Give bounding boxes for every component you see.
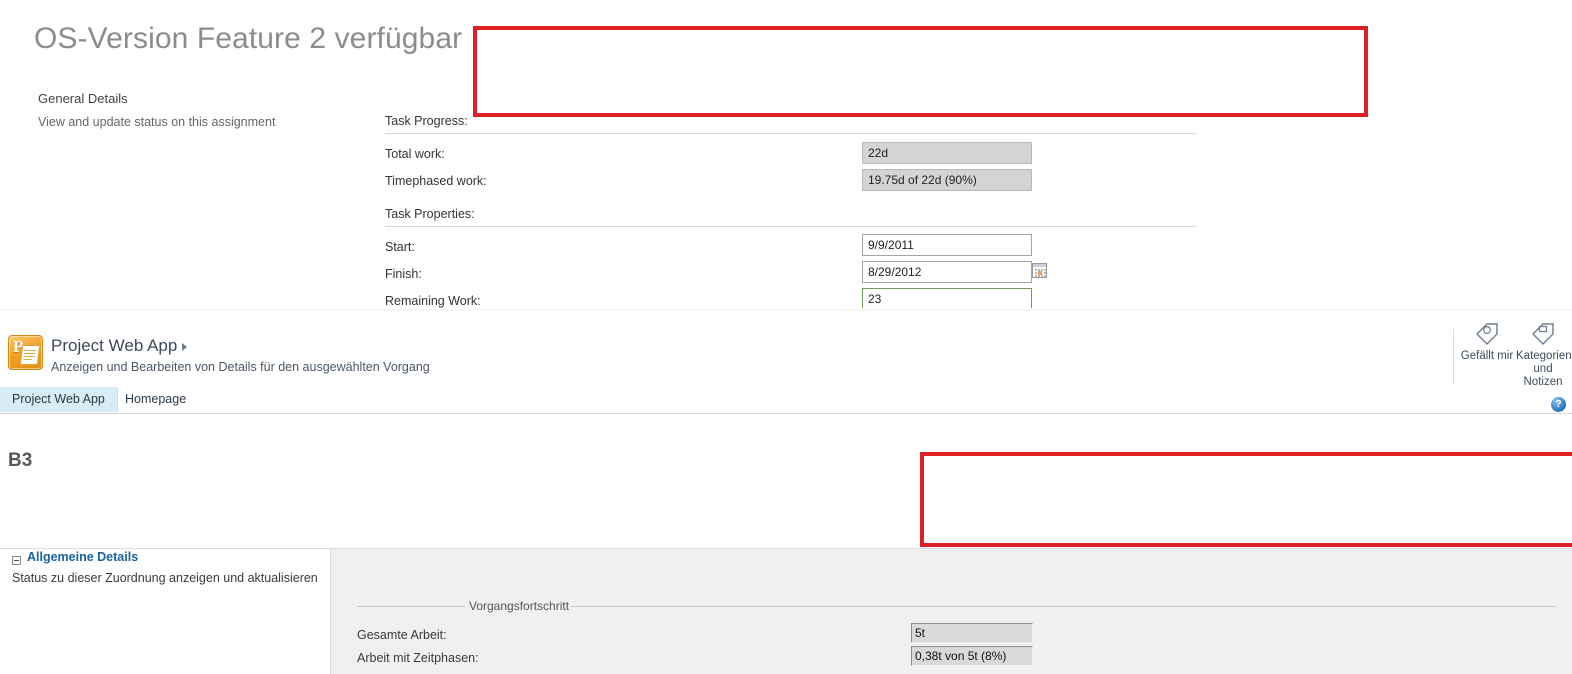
tab-bar: Project Web App Homepage (0, 387, 1572, 414)
chevron-right-icon[interactable] (182, 343, 187, 351)
like-command[interactable]: Gefällt mir (1460, 323, 1514, 363)
gesamte-arbeit-label: Gesamte Arbeit: (357, 628, 447, 642)
general-details-description: View and update status on this assignmen… (38, 115, 276, 129)
left-panel-description: Status zu dieser Zuordnung anzeigen und … (12, 571, 318, 585)
lower-button-bar-highlight (920, 452, 1572, 547)
gesamte-arbeit-value[interactable]: 5t (911, 623, 1033, 643)
left-panel: Allgemeine Details Status zu dieser Zuor… (0, 548, 330, 674)
task-progress-divider (385, 133, 1196, 134)
tab-homepage[interactable]: Homepage (113, 387, 198, 412)
timephased-work-value: 19.75d of 22d (90%) (862, 169, 1032, 191)
collapse-minus-icon[interactable] (12, 556, 21, 565)
fieldset-rule-right (571, 606, 1556, 607)
start-label: Start: (385, 240, 415, 254)
timephased-work-label: Timephased work: (385, 174, 487, 188)
record-title: B3 (8, 450, 33, 471)
remaining-work-label: Remaining Work: (385, 294, 481, 308)
notes-tag-icon (1530, 323, 1556, 347)
remaining-work-input[interactable]: 23 (862, 288, 1032, 308)
finish-label: Finish: (385, 267, 422, 281)
page-title: OS-Version Feature 2 verfügbar (34, 22, 463, 55)
fieldset-legend: Vorgangsfortschritt (469, 599, 570, 613)
general-details-label: General Details (38, 91, 128, 106)
start-input[interactable]: 9/9/2011 (862, 234, 1032, 256)
like-tag-icon (1474, 323, 1500, 347)
task-progress-group-label: Task Progress: (385, 114, 468, 128)
upper-screenshot-panel: OS-Version Feature 2 verfügbar General D… (0, 0, 1572, 308)
project-web-app-logo: P (8, 335, 43, 370)
total-work-value: 22d (862, 142, 1032, 164)
left-panel-title[interactable]: Allgemeine Details (27, 550, 138, 564)
arbeit-mit-zeitphasen-label: Arbeit mit Zeitphasen: (357, 651, 479, 665)
notes-command-label: Kategorien und Notizen (1516, 350, 1572, 388)
like-command-label: Gefällt mir (1460, 350, 1514, 362)
finish-input[interactable]: 8/29/2012 (862, 261, 1032, 283)
upper-highlight-region (473, 26, 1368, 117)
tab-project-web-app[interactable]: Project Web App (0, 387, 118, 412)
fieldset-rule-left (357, 606, 465, 607)
app-title[interactable]: Project Web App (51, 336, 177, 356)
calendar-icon[interactable] (1032, 263, 1047, 278)
arbeit-mit-zeitphasen-value[interactable]: 0,38t von 5t (8%) (911, 646, 1033, 666)
header-divider (1453, 329, 1454, 385)
help-icon[interactable]: ? (1551, 397, 1566, 412)
notes-command[interactable]: Kategorien und Notizen (1516, 323, 1572, 389)
total-work-label: Total work: (385, 147, 445, 161)
details-content-area: Vorgangsfortschritt Gesamte Arbeit: 5t A… (330, 548, 1572, 674)
task-properties-group-label: Task Properties: (385, 207, 475, 221)
task-properties-divider (385, 226, 1196, 227)
app-header: P Project Web App Anzeigen und Bearbeite… (0, 311, 1572, 389)
app-subtitle: Anzeigen und Bearbeiten von Details für … (51, 360, 430, 374)
lower-screenshot-panel: P Project Web App Anzeigen und Bearbeite… (0, 309, 1572, 674)
